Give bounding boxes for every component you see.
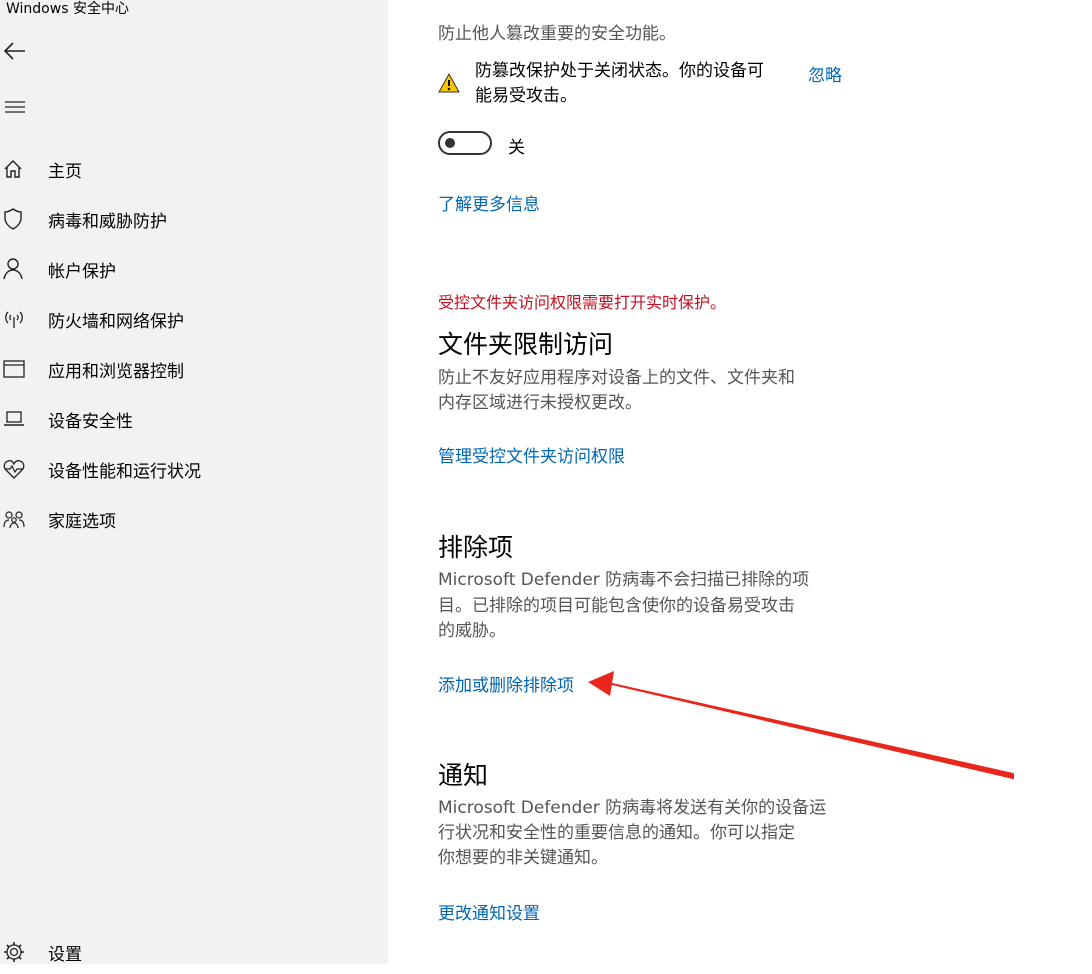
folder-access-heading: 文件夹限制访问 [438, 330, 614, 359]
notifications-desc-line2: 行状况和安全性的重要信息的通知。你可以指定 [438, 823, 795, 843]
folder-access-desc-line1: 防止不友好应用程序对设备上的文件、文件夹和 [438, 368, 795, 388]
sidebar-item-label: 设备安全性 [48, 411, 133, 432]
sidebar-item-label: 主页 [48, 161, 82, 182]
laptop-icon [0, 410, 30, 428]
app-window-icon [0, 360, 30, 378]
warning-icon [438, 72, 460, 98]
exclusions-desc-line1: Microsoft Defender 防病毒不会扫描已排除的项 [438, 570, 810, 590]
person-icon [0, 258, 30, 280]
back-button[interactable] [0, 38, 30, 68]
sidebar-item-family-options[interactable]: 家庭选项 [0, 497, 388, 541]
gear-icon [0, 941, 30, 963]
sidebar-item-app-browser-control[interactable]: 应用和浏览器控制 [0, 347, 388, 391]
notifications-desc-line3: 你想要的非关键通知。 [438, 848, 608, 868]
folder-access-desc-line2: 内存区域进行未授权更改。 [438, 393, 642, 413]
menu-button[interactable] [0, 93, 30, 123]
shield-icon [0, 208, 30, 230]
heart-pulse-icon [0, 459, 30, 479]
learn-more-link[interactable]: 了解更多信息 [438, 190, 540, 215]
sidebar-item-virus-protection[interactable]: 病毒和威胁防护 [0, 197, 388, 241]
sidebar-item-label: 设置 [48, 944, 82, 965]
manage-folder-access-link[interactable]: 管理受控文件夹访问权限 [438, 442, 625, 467]
sidebar-item-label: 应用和浏览器控制 [48, 361, 184, 382]
toggle-state-label: 关 [508, 138, 525, 158]
sidebar-item-label: 帐户保护 [48, 261, 116, 282]
notifications-heading: 通知 [438, 761, 489, 790]
sidebar-item-label: 设备性能和运行状况 [48, 461, 201, 482]
home-icon [0, 159, 30, 179]
toggle-knob [445, 138, 455, 148]
sidebar-item-device-security[interactable]: 设备安全性 [0, 397, 388, 441]
exclusions-desc-line3: 的威胁。 [438, 621, 506, 641]
tamper-warning-line1: 防篡改保护处于关闭状态。你的设备可 [475, 61, 764, 81]
sidebar-item-label: 防火墙和网络保护 [48, 311, 184, 332]
add-remove-exclusions-link[interactable]: 添加或删除排除项 [438, 671, 574, 696]
tamper-protection-toggle[interactable] [438, 131, 492, 155]
sidebar-item-label: 病毒和威胁防护 [48, 211, 167, 232]
sidebar-item-label: 家庭选项 [48, 511, 116, 532]
family-icon [0, 509, 30, 529]
window-title: Windows 安全中心 [6, 1, 129, 17]
exclusions-desc-line2: 目。已排除的项目可能包含使你的设备易受攻击 [438, 596, 795, 616]
ignore-link[interactable]: 忽略 [808, 61, 842, 86]
sidebar-item-device-performance[interactable]: 设备性能和运行状况 [0, 447, 388, 491]
sidebar-item-home[interactable]: 主页 [0, 147, 388, 191]
folder-access-error: 受控文件夹访问权限需要打开实时保护。 [438, 293, 727, 312]
change-notification-settings-link[interactable]: 更改通知设置 [438, 899, 540, 924]
tamper-protection-description: 防止他人篡改重要的安全功能。 [438, 24, 676, 44]
exclusions-heading: 排除项 [438, 533, 514, 562]
sidebar-item-firewall[interactable]: 防火墙和网络保护 [0, 297, 388, 341]
notifications-desc-line1: Microsoft Defender 防病毒将发送有关你的设备运 [438, 798, 827, 818]
back-arrow-icon [3, 42, 26, 64]
sidebar-item-account-protection[interactable]: 帐户保护 [0, 247, 388, 291]
sidebar: Windows 安全中心 主页 病毒和威胁防护 帐户保护 防火墙和网络保护 应用… [0, 0, 388, 965]
wireless-icon [0, 309, 30, 329]
sidebar-item-settings[interactable]: 设置 [0, 930, 388, 974]
tamper-warning-line2: 能易受攻击。 [475, 86, 577, 106]
hamburger-icon [5, 99, 25, 118]
